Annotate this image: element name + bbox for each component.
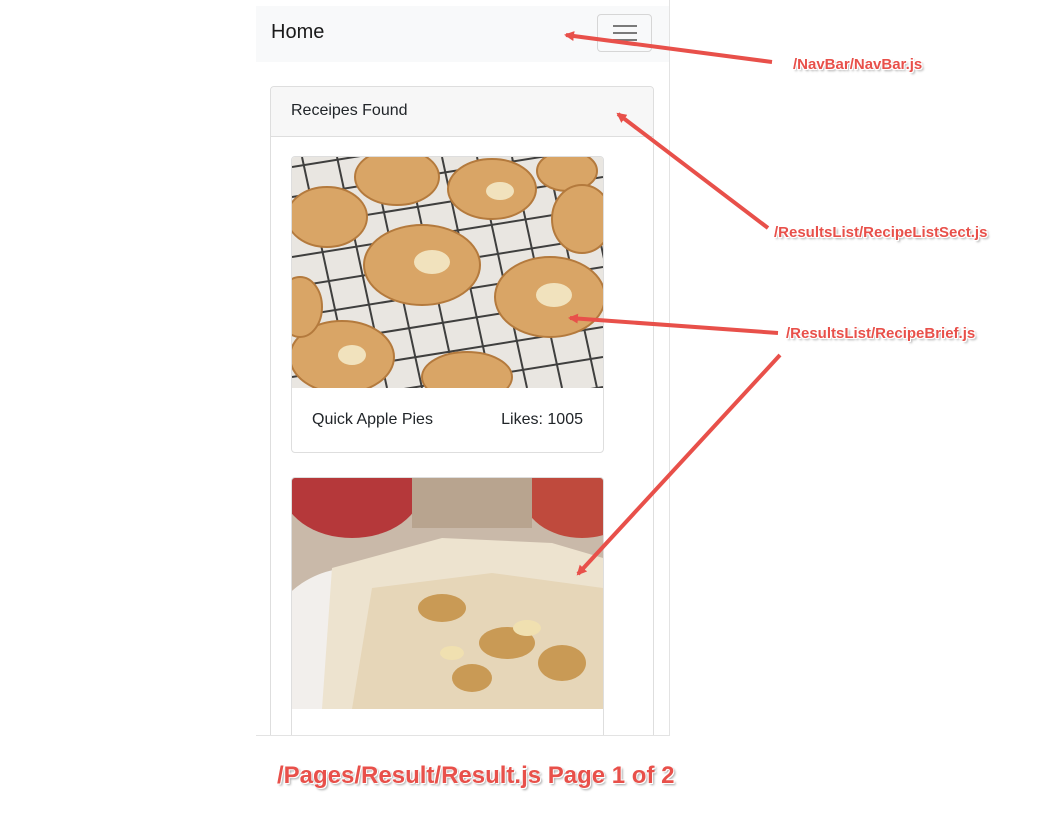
recipe-title[interactable]: Quick Apple Pies <box>312 411 433 429</box>
navbar: Home <box>256 6 669 62</box>
page-caption: /Pages/Result/Result.js Page 1 of 2 <box>277 762 675 789</box>
recipe-card[interactable]: Quick Apple Pies Likes: 1005 <box>291 156 604 453</box>
navbar-brand-home[interactable]: Home <box>271 21 324 44</box>
section-header: Receipes Found <box>271 87 653 137</box>
recipe-card-body: Quick Apple Pies Likes: 1005 <box>292 388 603 452</box>
annotation-recipe-brief-file: /ResultsList/RecipeBrief.js <box>786 325 976 342</box>
recipes-found-section: Receipes Found Quick Apple Pies Likes: 1… <box>270 86 654 735</box>
recipe-card-body <box>292 709 603 735</box>
annotation-navbar-file: /NavBar/NavBar.js <box>793 56 923 73</box>
recipe-likes: Likes: 1005 <box>501 411 583 428</box>
hamburger-icon-line <box>613 32 637 34</box>
recipe-image-apple-pies[interactable] <box>292 157 603 388</box>
annotation-list-section-file: /ResultsList/RecipeListSect.js <box>774 224 988 241</box>
mobile-viewport: Home Receipes Found Quick Apple Pies Lik… <box>256 0 670 736</box>
recipe-image-apple-pie-slice[interactable] <box>292 478 603 709</box>
hamburger-icon-line <box>613 39 637 41</box>
recipe-card[interactable] <box>291 477 604 735</box>
hamburger-icon-line <box>613 25 637 27</box>
hamburger-menu-button[interactable] <box>597 14 652 52</box>
